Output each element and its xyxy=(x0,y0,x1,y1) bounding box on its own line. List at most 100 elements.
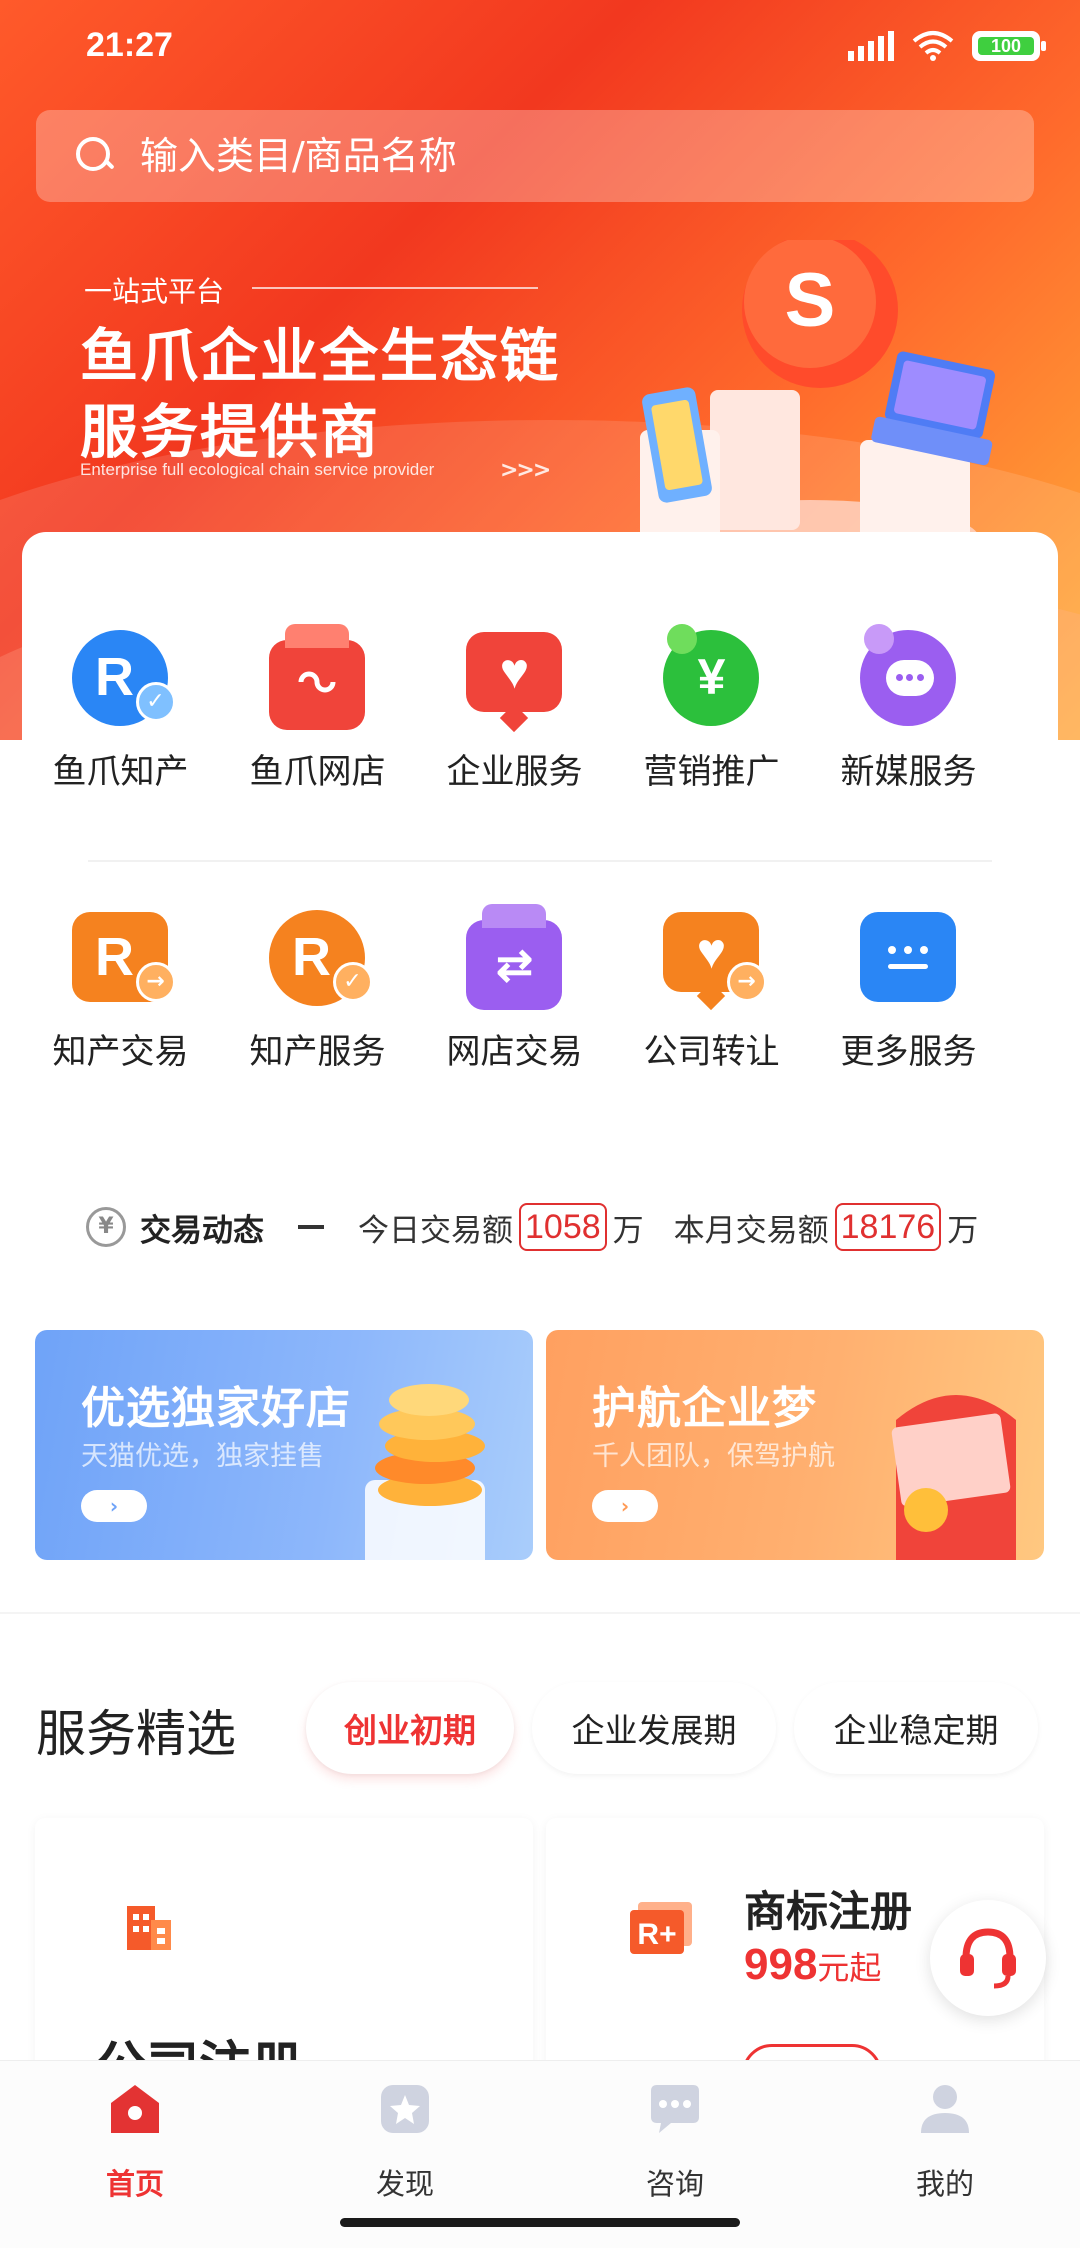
heart-transfer-icon: ♥ → xyxy=(657,902,767,1012)
search-input[interactable] xyxy=(140,134,940,178)
promo-title: 护航企业梦 xyxy=(592,1383,817,1434)
service-item-marketing[interactable]: ¥ 营销推广 xyxy=(613,622,810,793)
ticker-dash xyxy=(298,1225,324,1229)
month-unit: 万 xyxy=(947,1212,979,1249)
discover-star-icon xyxy=(381,2085,429,2133)
yen-exchange-icon: ¥ xyxy=(86,1207,126,1247)
service-grid-card: R ✓ 鱼爪知产 鱼爪网店 ♥ 企业服务 ¥ 营销推广 新媒服务 R → 知产交… xyxy=(22,532,1058,1152)
shop-bag-icon xyxy=(263,622,373,732)
product-price: 998元起 xyxy=(744,1940,881,1990)
service-label: 企业服务 xyxy=(446,752,583,792)
service-label: 鱼爪网店 xyxy=(249,752,386,792)
consult-chat-icon xyxy=(651,2085,699,2133)
home-indicator xyxy=(340,2218,740,2227)
price-unit: 元起 xyxy=(817,1949,882,1987)
r-plus-icon: R+ xyxy=(630,1902,692,1954)
promo-arrow-button[interactable]: › xyxy=(592,1490,658,1522)
wifi-icon xyxy=(912,31,954,61)
red-envelope-illustration xyxy=(891,1395,1016,1560)
service-label: 鱼爪知产 xyxy=(52,752,189,792)
hero-arrows: >>> xyxy=(500,458,551,483)
promo-title: 优选独家好店 xyxy=(81,1383,351,1434)
hero-title-line-1: 鱼爪企业全生态链 xyxy=(80,322,561,390)
promo-subtitle: 千人团队，保驾护航 xyxy=(592,1441,835,1472)
battery-icon: 100 xyxy=(972,31,1046,61)
nav-label: 首页 xyxy=(105,2167,164,2201)
tab-stable[interactable]: 企业稳定期 xyxy=(794,1682,1038,1774)
svg-text:R+: R+ xyxy=(637,1918,676,1951)
status-time: 21:27 xyxy=(86,26,173,64)
coin-stack-illustration xyxy=(365,1384,485,1560)
trade-ticker[interactable]: ¥ 交易动态 今日交易额 1058 万 本月交易额 18176 万 xyxy=(86,1200,978,1254)
service-item-more[interactable]: 更多服务 xyxy=(810,902,1007,1073)
yen-bubble-icon: ¥ xyxy=(657,622,767,732)
chat-bubble-icon xyxy=(854,622,964,732)
nav-label: 我的 xyxy=(915,2167,974,2201)
hero-subtitle: Enterprise full ecological chain service… xyxy=(80,460,435,479)
r-trademark-check-icon: R ✓ xyxy=(66,622,176,732)
hero-title-line-2: 服务提供商 xyxy=(80,398,381,466)
building-icon xyxy=(127,1906,171,1950)
service-label: 更多服务 xyxy=(840,1032,977,1072)
service-item-new-media[interactable]: 新媒服务 xyxy=(810,622,1007,793)
search-bar[interactable] xyxy=(36,110,1034,202)
tab-startup[interactable]: 创业初期 xyxy=(306,1682,514,1774)
month-label: 本月交易额 xyxy=(673,1212,829,1249)
headset-icon xyxy=(960,1928,1016,1989)
nav-label: 发现 xyxy=(375,2167,434,2201)
service-item-ip-service[interactable]: R ✓ 知产服务 xyxy=(219,902,416,1073)
service-label: 营销推广 xyxy=(643,752,780,792)
status-icons: 100 xyxy=(848,30,1046,62)
svg-text:S: S xyxy=(785,258,836,343)
r-service-check-icon: R ✓ xyxy=(263,902,373,1012)
section-title: 服务精选 xyxy=(36,1705,236,1763)
service-item-shop-trade[interactable]: ⇄ 网店交易 xyxy=(416,902,613,1073)
r-transfer-icon: R → xyxy=(66,902,176,1012)
search-icon[interactable] xyxy=(76,137,114,175)
service-row-2: R → 知产交易 R ✓ 知产服务 ⇄ 网店交易 ♥ → 公司转让 更多服务 xyxy=(22,902,1058,1073)
service-divider xyxy=(88,860,992,862)
more-dots-icon xyxy=(854,902,964,1012)
hero-illustration: S xyxy=(640,240,996,570)
month-value: 18176 xyxy=(834,1203,942,1251)
nav-home[interactable]: 首页 xyxy=(45,2081,225,2203)
service-label: 网店交易 xyxy=(446,1032,583,1072)
service-label: 新媒服务 xyxy=(840,752,977,792)
service-item-ip-trade[interactable]: R → 知产交易 xyxy=(22,902,219,1073)
service-label: 知产交易 xyxy=(52,1032,189,1072)
tab-growth[interactable]: 企业发展期 xyxy=(532,1682,776,1774)
signal-icon xyxy=(848,31,894,61)
today-unit: 万 xyxy=(612,1212,644,1249)
promo-subtitle: 天猫优选，独家挂售 xyxy=(81,1441,324,1472)
heart-message-icon: ♥ xyxy=(460,622,570,733)
service-label: 公司转让 xyxy=(643,1032,780,1072)
customer-service-float-button[interactable] xyxy=(930,1900,1046,2016)
service-item-company-transfer[interactable]: ♥ → 公司转让 xyxy=(613,902,810,1073)
home-icon xyxy=(111,2085,159,2133)
price-value: 998 xyxy=(744,1940,818,1989)
promo-banner-stores[interactable]: 优选独家好店 天猫优选，独家挂售 › xyxy=(35,1330,533,1560)
status-bar: 21:27 100 xyxy=(0,0,1080,96)
profile-icon xyxy=(921,2085,969,2133)
service-item-enterprise[interactable]: ♥ 企业服务 xyxy=(416,622,613,793)
promo-banner-enterprise[interactable]: 护航企业梦 千人团队，保驾护航 › xyxy=(546,1330,1044,1560)
service-row-1: R ✓ 鱼爪知产 鱼爪网店 ♥ 企业服务 ¥ 营销推广 新媒服务 xyxy=(22,622,1058,793)
product-name: 商标注册 xyxy=(744,1887,913,1936)
promo-arrow-button[interactable]: › xyxy=(81,1490,147,1522)
battery-level: 100 xyxy=(978,37,1034,56)
service-item-shop[interactable]: 鱼爪网店 xyxy=(219,622,416,793)
hero-tag-divider xyxy=(252,287,538,289)
nav-label: 咨询 xyxy=(645,2167,704,2201)
service-item-ip[interactable]: R ✓ 鱼爪知产 xyxy=(22,622,219,793)
today-value: 1058 xyxy=(519,1203,607,1251)
nav-discover[interactable]: 发现 xyxy=(315,2081,495,2203)
nav-consult[interactable]: 咨询 xyxy=(585,2081,765,2203)
hero-title: 鱼爪企业全生态链 服务提供商 xyxy=(80,318,560,470)
shop-exchange-icon: ⇄ xyxy=(460,902,570,1012)
today-label: 今日交易额 xyxy=(358,1212,513,1249)
service-label: 知产服务 xyxy=(249,1032,386,1072)
hero-tag: 一站式平台 xyxy=(84,275,225,308)
nav-profile[interactable]: 我的 xyxy=(855,2081,1035,2203)
ticker-title: 交易动态 xyxy=(140,1212,264,1249)
section-divider xyxy=(0,1612,1080,1614)
